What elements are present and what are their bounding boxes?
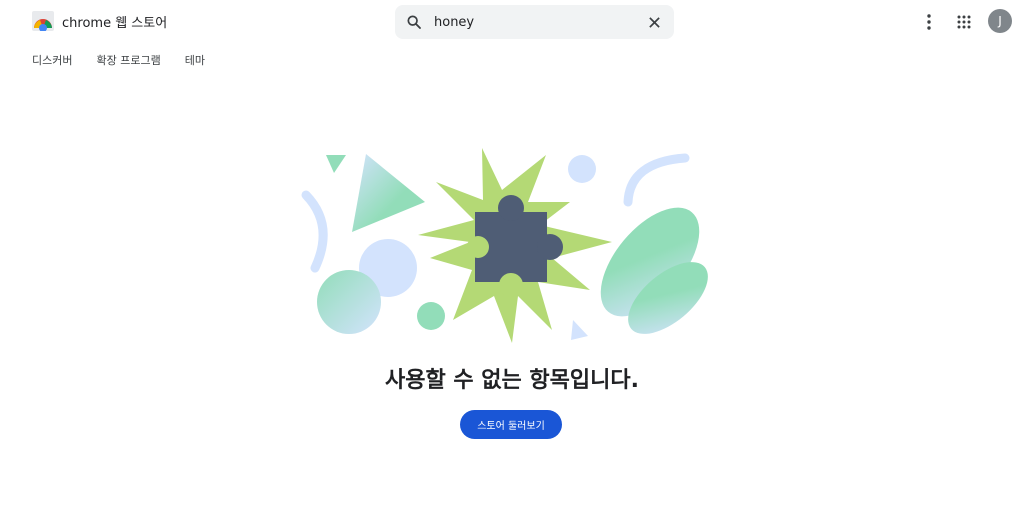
top-blue-circle-shape	[568, 155, 596, 183]
search-input[interactable]	[434, 14, 634, 30]
search-bar	[395, 5, 674, 39]
unavailable-message: 사용할 수 없는 항목입니다.	[385, 368, 639, 393]
store-logo-link[interactable]: chrome 웹 스토어	[32, 11, 168, 32]
triangle-shape	[352, 154, 425, 232]
unavailable-illustration	[290, 140, 730, 350]
apps-grid-icon[interactable]	[953, 11, 975, 33]
tiny-triangle-shape	[571, 320, 588, 340]
gradient-circle-shape	[317, 270, 381, 334]
search-icon[interactable]	[404, 12, 424, 32]
category-nav: 디스커버 확장 프로그램 테마	[32, 52, 205, 68]
account-avatar[interactable]: J	[988, 9, 1012, 33]
chrome-web-store-logo-icon	[32, 11, 54, 32]
store-title: chrome 웹 스토어	[62, 15, 168, 31]
more-vert-icon[interactable]	[918, 11, 940, 33]
tab-extensions[interactable]: 확장 프로그램	[96, 52, 160, 68]
browse-store-button[interactable]: 스토어 둘러보기	[460, 410, 562, 439]
small-triangle-shape	[326, 155, 346, 173]
close-icon[interactable]	[644, 12, 664, 32]
tab-discover[interactable]: 디스커버	[32, 52, 72, 68]
left-arc-shape	[301, 190, 328, 273]
right-arc-shape	[623, 153, 690, 207]
page: chrome 웹 스토어 J 디스커버 확장 프로그램 테마	[0, 0, 1024, 531]
tab-themes[interactable]: 테마	[185, 52, 205, 68]
small-green-circle-shape	[417, 302, 445, 330]
